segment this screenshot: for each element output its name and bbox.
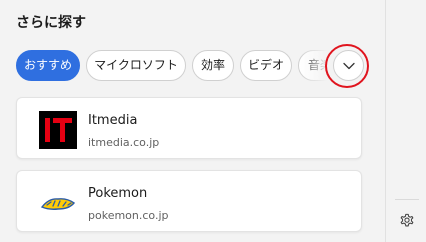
site-card-pokemon[interactable]: Pokemon pokemon.co.jp (16, 170, 362, 232)
site-card-itmedia[interactable]: Itmedia itmedia.co.jp (16, 97, 362, 159)
right-rail (385, 0, 426, 242)
chip-row-fade (300, 50, 334, 82)
chip-recommended[interactable]: おすすめ (16, 50, 80, 81)
chip-productivity[interactable]: 効率 (192, 50, 234, 81)
category-chips: おすすめ マイクロソフト 効率 ビデオ 音楽 (16, 50, 334, 82)
chip-microsoft[interactable]: マイクロソフト (86, 50, 186, 81)
rail-divider (395, 199, 419, 200)
sidebar-root: さらに探す おすすめ マイクロソフト 効率 ビデオ 音楽 Itmedia itm… (0, 0, 426, 242)
section-title: さらに探す (16, 15, 86, 31)
site-domain: itmedia.co.jp (88, 136, 160, 149)
site-name: Pokemon (88, 186, 148, 201)
site-name: Itmedia (88, 113, 138, 128)
discover-panel: さらに探す おすすめ マイクロソフト 効率 ビデオ 音楽 Itmedia itm… (0, 0, 385, 242)
settings-button[interactable] (397, 210, 417, 230)
itmedia-logo (39, 111, 77, 149)
site-domain: pokemon.co.jp (88, 209, 169, 222)
pokemon-logo (39, 184, 77, 222)
chevron-down-icon (342, 62, 355, 69)
expand-categories-button[interactable] (333, 50, 364, 81)
gear-icon (400, 213, 414, 227)
chip-video[interactable]: ビデオ (240, 50, 292, 81)
